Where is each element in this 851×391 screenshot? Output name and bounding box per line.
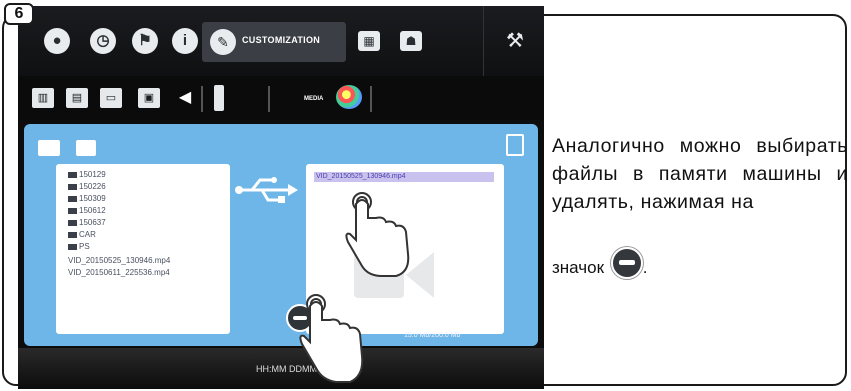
- driver-icon[interactable]: ☗: [400, 31, 422, 51]
- minus-circle-icon: [610, 247, 643, 279]
- list-item[interactable]: VID_20150525_130946.mp4: [68, 256, 170, 265]
- list-item[interactable]: PS: [68, 242, 90, 251]
- storage-caption: 15.0 Mb/200.0 Mb: [404, 332, 461, 339]
- tab-customization[interactable]: ✎ CUSTOMIZATION: [202, 22, 346, 62]
- palette-icon[interactable]: [336, 85, 362, 109]
- keyboard-icon[interactable]: ▦: [358, 31, 380, 51]
- icon-line-prefix: значок: [552, 258, 605, 277]
- file-transfer-panel: 150129 150226 150309 150612 150637 CAR P…: [24, 124, 538, 346]
- top-toolbar: ● ◷ ⚑ i ✎ CUSTOMIZATION ▦ ☗ ⚒: [18, 6, 544, 76]
- selected-file-row[interactable]: VID_20150525_130946.mp4: [314, 172, 494, 182]
- book-icon[interactable]: ▥: [32, 88, 54, 108]
- clock-icon[interactable]: ◷: [90, 28, 116, 54]
- usb-stick-icon[interactable]: [214, 85, 224, 111]
- list-item[interactable]: 150612: [68, 206, 106, 215]
- tap-hand-icon: [299, 294, 364, 383]
- usb-icon: [235, 177, 298, 203]
- list-item[interactable]: 150129: [68, 170, 106, 179]
- export-icon[interactable]: [506, 134, 524, 156]
- water-drop-icon[interactable]: ●: [44, 28, 70, 54]
- subbar-separator: [268, 86, 270, 112]
- list-item[interactable]: 150637: [68, 218, 106, 227]
- screen-icon[interactable]: ▭: [100, 88, 122, 108]
- instruction-icon-line: значок .: [552, 247, 647, 279]
- step-number-badge: 6: [4, 3, 34, 25]
- book-open-icon[interactable]: ▤: [66, 88, 88, 108]
- wrench-icon[interactable]: ⚒: [506, 28, 524, 53]
- video-camera-icon[interactable]: [76, 140, 96, 156]
- list-item[interactable]: CAR: [68, 230, 96, 239]
- pen-icon: ✎: [210, 29, 236, 55]
- tab-customization-label: CUSTOMIZATION: [242, 35, 321, 45]
- sub-toolbar: ▥ ▤ ▭ ▣ ◀ MEDIA: [18, 76, 544, 120]
- film-icon[interactable]: ▣: [138, 88, 160, 108]
- list-item[interactable]: VID_20150611_225536.mp4: [68, 268, 170, 277]
- speaker-icon[interactable]: ◀: [174, 88, 196, 108]
- info-icon[interactable]: i: [172, 28, 198, 54]
- list-item[interactable]: 150226: [68, 182, 106, 191]
- usb-file-list: 150129 150226 150309 150612 150637 CAR P…: [56, 164, 230, 334]
- instruction-text: Аналогично можно выбирать файлы в памяти…: [552, 135, 848, 213]
- tap-hand-icon: [345, 192, 410, 277]
- media-label: MEDIA: [304, 96, 324, 102]
- subbar-separator: [370, 86, 372, 112]
- list-item[interactable]: 150309: [68, 194, 106, 203]
- device-screenshot: ● ◷ ⚑ i ✎ CUSTOMIZATION ▦ ☗ ⚒ ▥ ▤ ▭ ▣ ◀ …: [18, 6, 544, 389]
- bottom-status-bar: HH:MM DDMM ♡ ◂: [18, 348, 544, 389]
- image-icon[interactable]: [38, 140, 60, 156]
- flag-icon[interactable]: ⚑: [132, 28, 158, 54]
- subbar-separator: [201, 86, 203, 112]
- icon-line-suffix: .: [642, 258, 648, 277]
- toolbar-divider: [483, 6, 484, 76]
